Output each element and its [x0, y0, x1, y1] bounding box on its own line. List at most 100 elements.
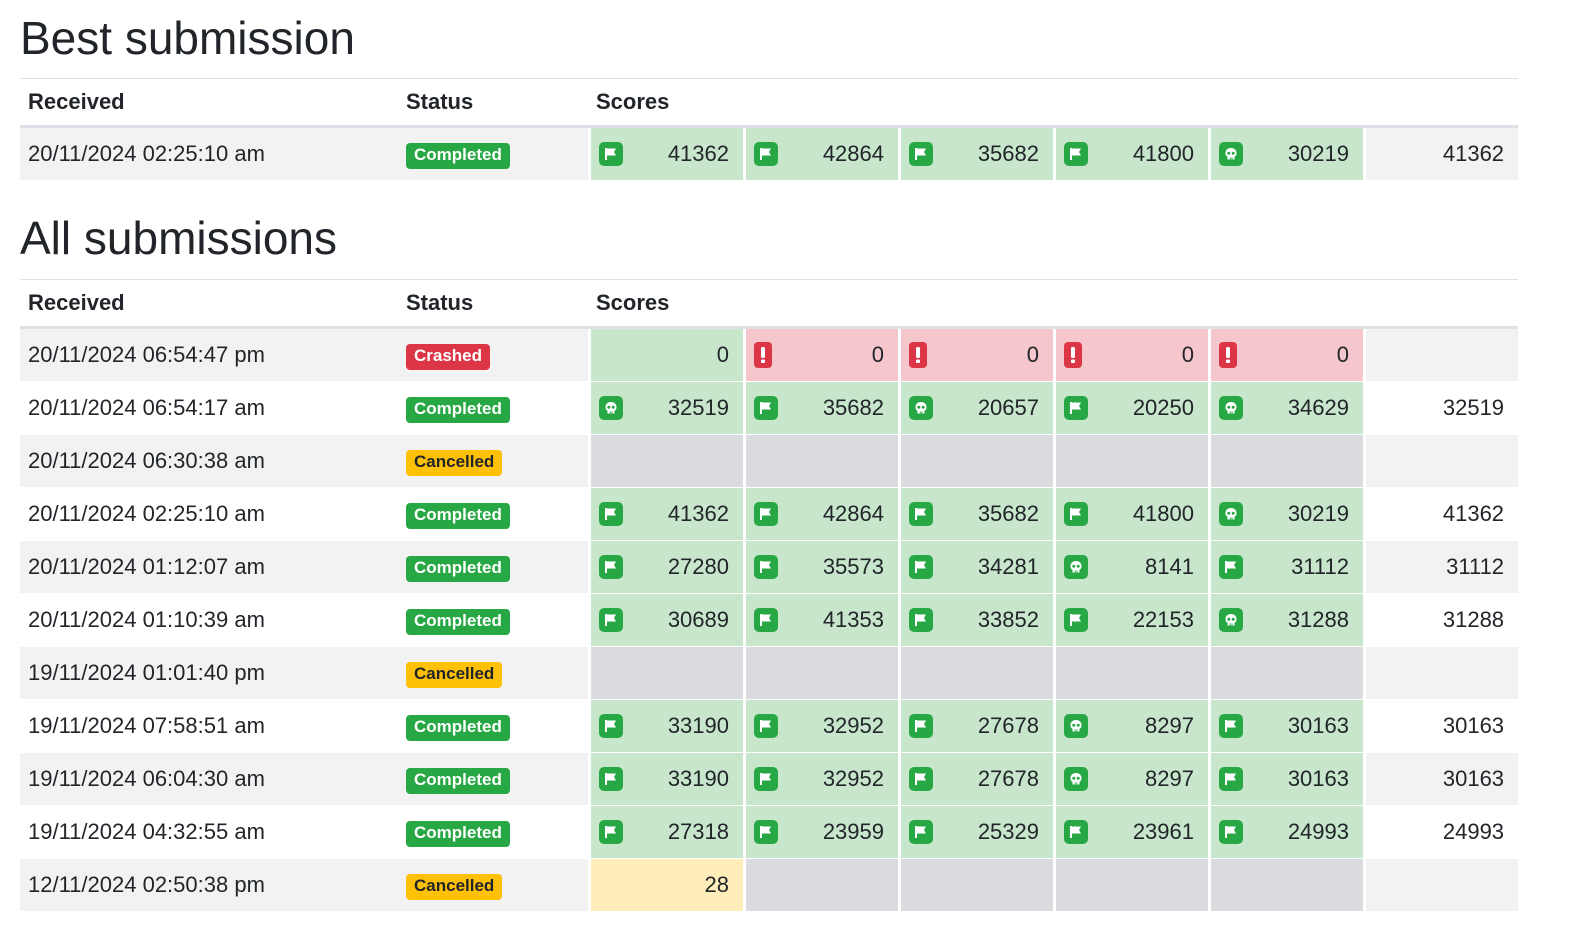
- score-cell: [898, 647, 1053, 700]
- score-cell: [898, 859, 1053, 912]
- score-cell: 8297: [1053, 753, 1208, 806]
- score-value: [1349, 660, 1355, 685]
- skull-icon: [1064, 555, 1088, 579]
- score-cell: [898, 435, 1053, 488]
- status-cell: Completed: [398, 541, 588, 594]
- flag-icon: [1219, 714, 1243, 738]
- total-score-cell: 30163: [1363, 753, 1519, 806]
- score-value: 30163: [1287, 766, 1349, 791]
- score-cell: 41800: [1053, 128, 1208, 181]
- submission-row: 12/11/2024 02:50:38 pm Cancelled 28: [20, 859, 1519, 912]
- flag-icon: [909, 608, 933, 632]
- score-cell: 0: [743, 329, 898, 382]
- score-value: 23961: [1132, 819, 1194, 844]
- best-submission-heading: Best submission: [20, 12, 355, 64]
- score-cell: 32952: [743, 753, 898, 806]
- score-cell: 35682: [743, 382, 898, 435]
- score-value: [1039, 872, 1045, 897]
- score-value: 30163: [1287, 713, 1349, 738]
- submission-row: 19/11/2024 06:04:30 am Completed 33190 3295…: [20, 753, 1519, 806]
- score-value: 20250: [1132, 395, 1194, 420]
- flag-icon: [1064, 396, 1088, 420]
- score-value: 35573: [822, 554, 884, 579]
- score-cell: [1053, 859, 1208, 912]
- score-value: 42864: [822, 141, 884, 166]
- score-cell: [1053, 435, 1208, 488]
- header-status: Status: [398, 279, 588, 329]
- submission-row: 20/11/2024 06:54:17 am Completed 32519 3568…: [20, 382, 1519, 435]
- score-cell: 27678: [898, 753, 1053, 806]
- total-score-cell: 41362: [1363, 128, 1519, 181]
- status-cell: Completed: [398, 806, 588, 859]
- flag-icon: [1064, 502, 1088, 526]
- flag-icon: [754, 714, 778, 738]
- score-value: 0: [716, 342, 729, 367]
- status-badge: Completed: [406, 715, 510, 741]
- received-cell: 20/11/2024 06:54:17 am: [20, 382, 398, 435]
- score-value: 32952: [822, 766, 884, 791]
- submission-row: 19/11/2024 04:32:55 am Completed 27318 2395…: [20, 806, 1519, 859]
- flag-icon: [754, 502, 778, 526]
- score-cell: 0: [898, 329, 1053, 382]
- score-value: [1349, 448, 1355, 473]
- status-cell: Cancelled: [398, 859, 588, 912]
- score-cell: 0: [1208, 329, 1363, 382]
- score-cell: 33190: [588, 700, 743, 753]
- score-cell: 20657: [898, 382, 1053, 435]
- total-score-cell: 31112: [1363, 541, 1519, 594]
- flag-icon: [909, 714, 933, 738]
- score-value: 8297: [1145, 766, 1194, 791]
- score-value: 31112: [1291, 554, 1349, 579]
- status-cell: Completed: [398, 594, 588, 647]
- submission-row: 20/11/2024 02:25:10 am Completed 41362 4286…: [20, 488, 1519, 541]
- status-cell: Completed: [398, 382, 588, 435]
- score-cell: 41362: [588, 128, 743, 181]
- score-value: 31288: [1287, 607, 1349, 632]
- score-value: 0: [1181, 342, 1194, 367]
- flag-icon: [1064, 820, 1088, 844]
- score-cell: 35573: [743, 541, 898, 594]
- score-value: [729, 448, 735, 473]
- flag-icon: [599, 608, 623, 632]
- flag-icon: [754, 396, 778, 420]
- score-cell: 31112: [1208, 541, 1363, 594]
- score-value: 34281: [977, 554, 1039, 579]
- status-cell: Completed: [398, 700, 588, 753]
- received-cell: 20/11/2024 01:10:39 am: [20, 594, 398, 647]
- status-cell: Cancelled: [398, 647, 588, 700]
- total-score-cell: [1363, 329, 1519, 382]
- score-value: 23959: [822, 819, 884, 844]
- status-cell: Crashed: [398, 329, 588, 382]
- score-cell: 28: [588, 859, 743, 912]
- header-received: Received: [20, 78, 398, 128]
- score-value: 32952: [822, 713, 884, 738]
- score-value: [1039, 660, 1045, 685]
- flag-icon: [909, 767, 933, 791]
- score-value: 20657: [977, 395, 1039, 420]
- score-value: 42864: [822, 501, 884, 526]
- total-score-cell: 30163: [1363, 700, 1519, 753]
- status-badge: Crashed: [406, 344, 491, 370]
- status-badge: Completed: [406, 503, 510, 529]
- score-value: 33852: [977, 607, 1039, 632]
- score-value: 0: [871, 342, 884, 367]
- total-score-cell: 32519: [1363, 382, 1519, 435]
- status-badge: Cancelled: [406, 874, 503, 900]
- received-cell: 20/11/2024 06:54:47 pm: [20, 329, 398, 382]
- score-cell: 41800: [1053, 488, 1208, 541]
- received-cell: 20/11/2024 01:12:07 am: [20, 541, 398, 594]
- flag-icon: [599, 714, 623, 738]
- score-cell: 33190: [588, 753, 743, 806]
- score-value: 8297: [1145, 713, 1194, 738]
- status-badge: Cancelled: [406, 450, 503, 476]
- error-icon: [754, 342, 772, 368]
- score-value: 41353: [822, 607, 884, 632]
- flag-icon: [754, 767, 778, 791]
- score-value: 41800: [1132, 141, 1194, 166]
- skull-icon: [1064, 767, 1088, 791]
- flag-icon: [599, 142, 623, 166]
- score-value: 30219: [1287, 501, 1349, 526]
- status-cell: Completed: [398, 488, 588, 541]
- status-cell: Completed: [398, 753, 588, 806]
- score-cell: 34281: [898, 541, 1053, 594]
